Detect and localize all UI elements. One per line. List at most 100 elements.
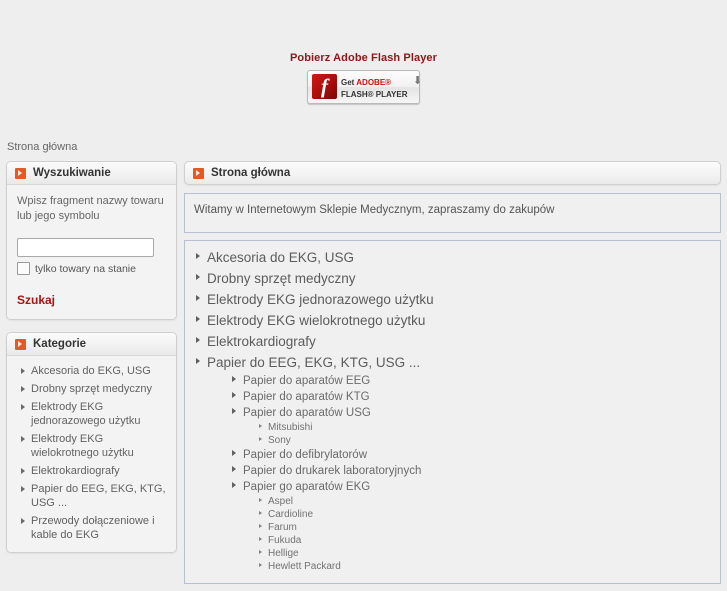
chevron-right-icon xyxy=(196,274,200,280)
category-tree-item-level-2[interactable]: Papier do aparatów USG xyxy=(232,405,711,421)
chevron-right-icon xyxy=(196,358,200,364)
in-stock-only-checkbox[interactable] xyxy=(17,262,30,275)
category-tree-item-level-1[interactable]: Akcesoria do EKG, USG xyxy=(196,247,711,268)
category-tree-label: Sony xyxy=(268,435,291,446)
sidebar-category-label: Drobny sprzęt medyczny xyxy=(31,383,153,395)
category-tree-item-level-1[interactable]: Elektrody EKG wielokrotnego użytku xyxy=(196,310,711,331)
flash-badge-get-label: Get xyxy=(341,78,357,87)
sidebar-category-label: Akcesoria do EKG, USG xyxy=(31,365,151,377)
chevron-right-icon xyxy=(196,295,200,301)
chevron-right-icon xyxy=(259,437,262,441)
page-title: Strona główna xyxy=(211,167,291,179)
flash-badge-brand-label: ADOBE® xyxy=(356,78,392,87)
category-tree-label: Elektrody EKG jednorazowego użytku xyxy=(207,292,434,307)
category-tree-label: Elektrody EKG wielokrotnego użytku xyxy=(207,313,426,328)
category-tree-item-level-3[interactable]: Sony xyxy=(259,434,711,447)
category-tree-item-level-3[interactable]: Hellige xyxy=(259,547,711,560)
category-tree-item-level-3[interactable]: Cardioline xyxy=(259,508,711,521)
sidebar-category-label: Papier do EEG, EKG, KTG, USG ... xyxy=(31,483,166,509)
flash-promo-title: Pobierz Adobe Flash Player xyxy=(289,52,438,64)
category-tree-item-level-3[interactable]: Aspel xyxy=(259,495,711,508)
category-tree-item-level-1[interactable]: Drobny sprzęt medyczny xyxy=(196,268,711,289)
flash-logo-icon xyxy=(312,74,337,99)
flash-badge-line1: Get ADOBE® xyxy=(341,78,391,87)
categories-panel: Kategorie Akcesoria do EKG, USG Drobny sp… xyxy=(6,332,177,553)
search-submit-link[interactable]: Szukaj xyxy=(17,293,55,307)
chevron-right-icon xyxy=(21,404,25,410)
sidebar-category-item[interactable]: Akcesoria do EKG, USG xyxy=(17,362,166,380)
search-hint-text: Wpisz fragment nazwy towaru lub jego sym… xyxy=(17,195,164,222)
chevron-right-icon xyxy=(21,518,25,524)
chevron-right-icon xyxy=(232,392,236,398)
category-tree-item-level-3[interactable]: Farum xyxy=(259,521,711,534)
chevron-right-icon xyxy=(21,386,25,392)
category-tree-label: Aspel xyxy=(268,496,294,507)
category-tree-label: Farum xyxy=(268,522,297,533)
panel-marker-icon xyxy=(15,167,26,179)
flash-badge-text: Get ADOBE® FLASH® PLAYER xyxy=(341,76,419,100)
category-tree-label: Akcesoria do EKG, USG xyxy=(207,250,355,265)
welcome-panel: Witamy w Internetowym Sklepie Medycznym,… xyxy=(184,193,721,233)
category-tree-item-level-3[interactable]: Mitsubishi xyxy=(259,421,711,434)
category-tree-label: Papier do defibrylatorów xyxy=(243,449,368,461)
panel-marker-icon xyxy=(193,167,204,179)
chevron-right-icon xyxy=(232,450,236,456)
category-tree-label: Papier do aparatów EEG xyxy=(243,375,371,387)
sidebar-category-label: Przewody dołączeniowe i kable do EKG xyxy=(31,515,155,541)
category-tree-label: Hellige xyxy=(268,548,299,559)
chevron-right-icon xyxy=(259,537,262,541)
sidebar-category-item[interactable]: Papier do EEG, EKG, KTG, USG ... xyxy=(17,480,166,512)
category-tree: Akcesoria do EKG, USG Drobny sprzęt medyc… xyxy=(185,241,720,583)
chevron-right-icon xyxy=(196,337,200,343)
flash-badge-line2: FLASH® PLAYER xyxy=(341,90,408,99)
category-tree-label: Papier do aparatów USG xyxy=(243,407,371,419)
chevron-right-icon xyxy=(196,316,200,322)
category-tree-item-level-3[interactable]: Hewlett Packard xyxy=(259,560,711,573)
search-panel-header: Wyszukiwanie xyxy=(7,162,176,185)
category-tree-label: Papier do aparatów KTG xyxy=(243,391,370,403)
category-tree-item-level-1[interactable]: Papier do EEG, EKG, KTG, USG ... xyxy=(196,352,711,373)
search-input[interactable] xyxy=(17,238,154,257)
category-tree-label: Papier do drukarek laboratoryjnych xyxy=(243,465,422,477)
get-adobe-flash-player-button[interactable]: Get ADOBE® FLASH® PLAYER ⬇ xyxy=(307,70,422,104)
chevron-right-icon xyxy=(259,498,262,502)
chevron-right-icon xyxy=(21,368,25,374)
category-tree-label: Elektrokardiografy xyxy=(207,334,316,349)
search-panel-body: Wpisz fragment nazwy towaru lub jego sym… xyxy=(7,185,176,319)
sidebar-category-item[interactable]: Elektrody EKG jednorazowego użytku xyxy=(17,398,166,430)
in-stock-only-checkbox-row[interactable]: tylko towary na stanie xyxy=(17,262,166,275)
category-tree-item-level-2[interactable]: Papier do defibrylatorów xyxy=(232,447,711,463)
categories-panel-header: Kategorie xyxy=(7,333,176,356)
sidebar-category-item[interactable]: Elektrody EKG wielokrotnego użytku xyxy=(17,430,166,462)
category-tree-item-level-3[interactable]: Fukuda xyxy=(259,534,711,547)
chevron-right-icon xyxy=(232,482,236,488)
main-content: Strona główna Witamy w Internetowym Skle… xyxy=(184,161,721,591)
category-tree-item-level-1[interactable]: Elektrody EKG jednorazowego użytku xyxy=(196,289,711,310)
chevron-right-icon xyxy=(259,563,262,567)
sidebar-category-item[interactable]: Elektrokardiografy xyxy=(17,462,166,480)
chevron-right-icon xyxy=(232,408,236,414)
in-stock-only-label: tylko towary na stanie xyxy=(35,262,136,275)
sidebar-category-item[interactable]: Drobny sprzęt medyczny xyxy=(17,380,166,398)
category-tree-item-level-2[interactable]: Papier do aparatów KTG xyxy=(232,389,711,405)
search-panel-title: Wyszukiwanie xyxy=(33,167,111,179)
search-panel: Wyszukiwanie Wpisz fragment nazwy towaru… xyxy=(6,161,177,320)
chevron-right-icon xyxy=(232,466,236,472)
category-tree-item-level-1[interactable]: Elektrokardiografy xyxy=(196,331,711,352)
category-tree-label: Hewlett Packard xyxy=(268,561,341,572)
chevron-right-icon xyxy=(21,468,25,474)
panel-marker-icon xyxy=(15,338,26,350)
sidebar-category-item[interactable]: Przewody dołączeniowe i kable do EKG xyxy=(17,512,166,544)
welcome-text: Witamy w Internetowym Sklepie Medycznym,… xyxy=(194,204,555,216)
category-tree-label: Papier do EEG, EKG, KTG, USG ... xyxy=(207,355,421,370)
category-tree-item-level-2[interactable]: Papier do aparatów EEG xyxy=(232,373,711,389)
category-tree-label: Mitsubishi xyxy=(268,422,313,433)
sidebar-category-label: Elektrokardiografy xyxy=(31,465,120,477)
category-tree-item-level-2[interactable]: Papier go aparatów EKG xyxy=(232,479,711,495)
category-tree-label: Drobny sprzęt medyczny xyxy=(207,271,356,286)
chevron-right-icon xyxy=(21,486,25,492)
chevron-right-icon xyxy=(196,253,200,259)
chevron-right-icon xyxy=(259,511,262,515)
category-tree-item-level-2[interactable]: Papier do drukarek laboratoryjnych xyxy=(232,463,711,479)
sidebar-category-label: Elektrody EKG jednorazowego użytku xyxy=(31,401,141,427)
